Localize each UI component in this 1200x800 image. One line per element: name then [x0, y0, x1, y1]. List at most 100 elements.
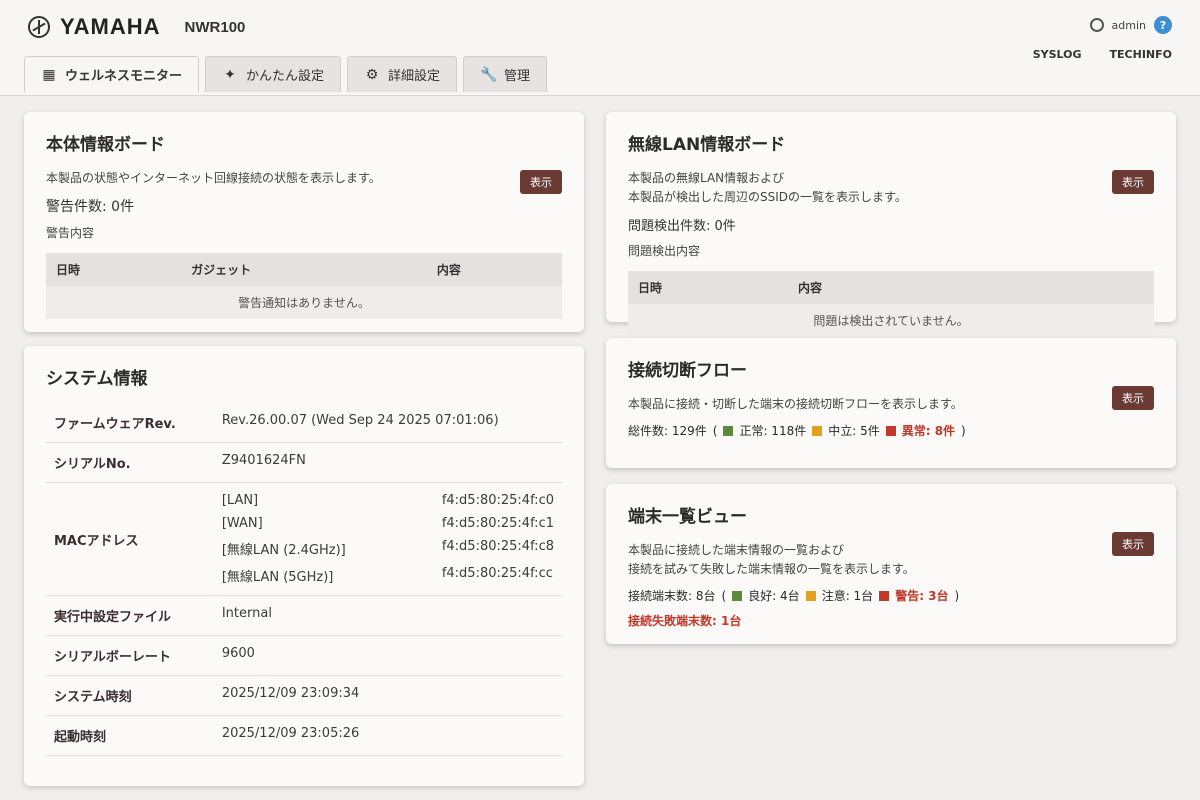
card-description: 本製品の状態やインターネット回線接続の状態を表示します。 [46, 171, 381, 185]
flow-summary: 総件数: 129件 ( 正常: 118件 中立: 5件 異常: 8件 ) [628, 423, 966, 439]
boot-time-label: 起動時刻 [46, 715, 214, 756]
col-content: 内容 [426, 253, 562, 287]
warning-label: 警告内容 [46, 226, 95, 241]
tab-easy-setup[interactable]: ✦ かんたん設定 [205, 56, 342, 92]
table-header-row: 日時 ガジェット 内容 [46, 253, 562, 287]
mac-address: f4:d5:80:25:4f:c8 [441, 539, 554, 554]
failed-terminal-count: 接続失敗端末数: 1台 [628, 614, 742, 629]
model-name: NWR100 [184, 18, 246, 36]
warning-swatch [879, 590, 890, 601]
flow-neutral: 中立: 5件 [828, 424, 880, 439]
syslog-link[interactable]: SYSLOG [1033, 48, 1082, 61]
mac-name: [LAN] [221, 493, 259, 508]
terminal-warning: 警告: 3台 [895, 589, 949, 604]
table-header-row: 日時 内容 [628, 271, 1154, 305]
terminal-caution: 注意: 1台 [821, 589, 874, 604]
wrench-icon: 🔧 [480, 66, 498, 83]
system-info-card: システム情報 ファームウェアRev. Rev.26.00.07 (Wed Sep… [24, 346, 584, 786]
tab-management[interactable]: 🔧 管理 [463, 56, 548, 92]
card-description: 接続を試みて失敗した端末情報の一覧を表示します。 [628, 562, 915, 577]
baud-value: 9600 [213, 635, 562, 676]
tab-label: 管理 [504, 69, 531, 84]
terminal-total: 接続端末数: 8台 [628, 589, 716, 604]
card-title: 無線LAN情報ボード [628, 135, 786, 155]
tab-advanced-settings[interactable]: ⚙ 詳細設定 [347, 56, 458, 92]
wand-icon: ✦ [224, 66, 236, 83]
good-swatch [732, 590, 743, 601]
gear-icon: ⚙ [365, 66, 379, 83]
show-button[interactable]: 表示 [520, 170, 562, 194]
table-row: システム時刻 2025/12/09 23:09:34 [46, 675, 562, 716]
card-description: 本製品の無線LAN情報および [628, 171, 785, 185]
utility-links: SYSLOG TECHINFO [1033, 48, 1172, 61]
mac-name: [無線LAN (2.4GHz)] [221, 543, 346, 558]
col-gadget: ガジェット [181, 253, 427, 287]
table-row: シリアルボーレート 9600 [46, 635, 562, 676]
tab-label: かんたん設定 [246, 69, 325, 84]
boot-time-value: 2025/12/09 23:05:26 [213, 715, 562, 756]
help-icon[interactable]: ? [1154, 16, 1172, 34]
system-info-table: ファームウェアRev. Rev.26.00.07 (Wed Sep 24 202… [46, 403, 562, 756]
table-row: シリアルNo. Z9401624FN [46, 442, 562, 483]
flow-board-card: 接続切断フロー 本製品に接続・切断した端末の接続切断フローを表示します。 表示 … [606, 338, 1176, 468]
col-datetime: 日時 [46, 253, 182, 287]
system-time-label: システム時刻 [46, 675, 214, 716]
warning-count: 警告件数: 0件 [46, 199, 135, 216]
tab-wellness-monitor[interactable]: ▦ ウェルネスモニター [24, 56, 200, 92]
table-row: ファームウェアRev. Rev.26.00.07 (Wed Sep 24 202… [46, 403, 562, 443]
terminal-good: 良好: 4台 [748, 589, 800, 604]
mac-address: f4:d5:80:25:4f:c0 [441, 493, 554, 508]
card-description: 本製品に接続・切断した端末の接続切断フローを表示します。 [628, 397, 963, 411]
problem-label: 問題検出内容 [628, 244, 701, 259]
table-row: 起動時刻 2025/12/09 23:05:26 [46, 715, 562, 756]
yamaha-logo-icon [28, 16, 50, 38]
tab-label: 詳細設定 [388, 69, 441, 84]
abnormal-swatch [885, 425, 896, 436]
show-button[interactable]: 表示 [1112, 386, 1154, 410]
card-title: 端末一覧ビュー [628, 507, 747, 527]
status-board-card: 本体情報ボード 本製品の状態やインターネット回線接続の状態を表示します。 表示 … [24, 112, 584, 332]
flow-total: 総件数: 129件 [628, 424, 707, 439]
tab-label: ウェルネスモニター [65, 69, 183, 84]
user-area[interactable]: admin ? [1089, 16, 1172, 34]
config-label: 実行中設定ファイル [46, 595, 214, 636]
brand-logo: YAMAHA [60, 14, 161, 39]
empty-message: 警告通知はありません。 [46, 286, 562, 320]
user-name[interactable]: admin [1112, 19, 1146, 32]
mac-address: f4:d5:80:25:4f:c1 [441, 516, 554, 531]
serial-label: シリアルNo. [46, 442, 214, 483]
show-button[interactable]: 表示 [1112, 170, 1154, 194]
show-button[interactable]: 表示 [1112, 532, 1154, 556]
mac-name: [無線LAN (5GHz)] [221, 570, 334, 585]
table-row: MACアドレス [LAN] f4:d5:80:25:4f:c0 [WAN] f4… [46, 482, 562, 596]
baud-label: シリアルボーレート [46, 635, 214, 676]
card-description: 本製品に接続した端末情報の一覧および [628, 543, 845, 557]
brand: YAMAHA NWR100 [28, 14, 245, 40]
card-title: 本体情報ボード [46, 135, 165, 155]
card-description: 本製品が検出した周辺のSSIDの一覧を表示します。 [628, 190, 907, 205]
mac-values: [LAN] f4:d5:80:25:4f:c0 [WAN] f4:d5:80:2… [213, 482, 562, 596]
mac-address: f4:d5:80:25:4f:cc [441, 566, 553, 581]
neutral-swatch [812, 425, 823, 436]
empty-message: 問題は検出されていません。 [628, 304, 1154, 338]
terminal-board-card: 端末一覧ビュー 本製品に接続した端末情報の一覧および 接続を試みて失敗した端末情… [606, 484, 1176, 644]
flow-abnormal: 異常: 8件 [901, 424, 956, 439]
wlan-board-card: 無線LAN情報ボード 本製品の無線LAN情報および 本製品が検出した周辺のSSI… [606, 112, 1176, 338]
firmware-label: ファームウェアRev. [46, 403, 214, 443]
system-time-value: 2025/12/09 23:09:34 [213, 675, 562, 716]
table-row: 実行中設定ファイル Internal [46, 595, 562, 636]
problem-count: 問題検出件数: 0件 [628, 219, 736, 235]
card-title: 接続切断フロー [628, 361, 747, 381]
col-datetime: 日時 [628, 271, 788, 305]
terminal-summary: 接続端末数: 8台 ( 良好: 4台 注意: 1台 警告: 3台 ) [628, 588, 960, 604]
techinfo-link[interactable]: TECHINFO [1110, 48, 1172, 61]
serial-value: Z9401624FN [213, 442, 562, 483]
table-row: 問題は検出されていません。 [628, 304, 1154, 338]
mac-label: MACアドレス [46, 482, 214, 596]
caution-swatch [805, 590, 816, 601]
problem-table: 日時 内容 問題は検出されていません。 [628, 271, 1154, 338]
normal-swatch [723, 425, 734, 436]
main-tabs: ▦ ウェルネスモニター ✦ かんたん設定 ⚙ 詳細設定 🔧 管理 [24, 56, 548, 92]
user-icon [1089, 18, 1104, 32]
mac-name: [WAN] [221, 516, 263, 531]
